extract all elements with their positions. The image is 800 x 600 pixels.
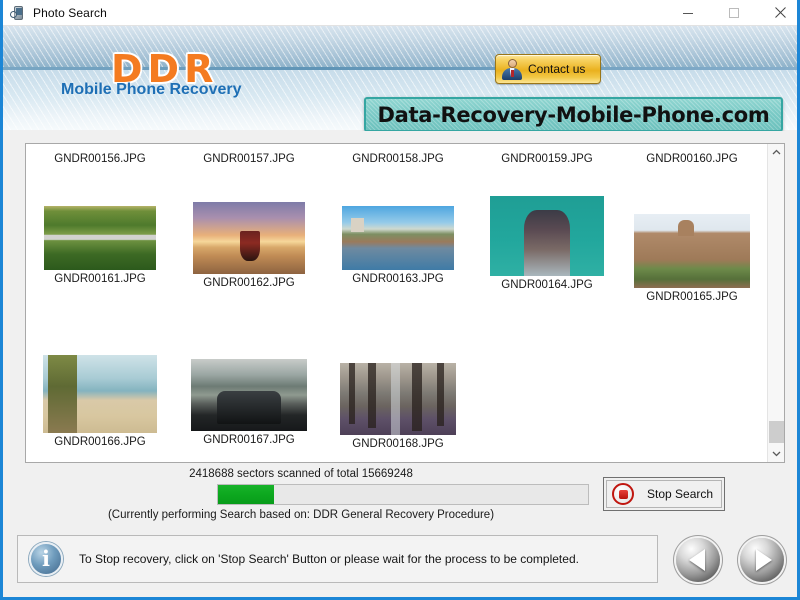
list-item-caption: GNDR00166.JPG xyxy=(54,436,146,448)
list-item-caption: GNDR00165.JPG xyxy=(646,291,738,303)
content-panel: GNDR00156.JPG GNDR00157.JPG GNDR00158.JP… xyxy=(6,131,794,466)
scan-progress-fill xyxy=(218,485,274,504)
thumbnail-image[interactable] xyxy=(490,196,604,276)
list-item-caption: GNDR00161.JPG xyxy=(54,273,146,285)
thumbnail-image[interactable] xyxy=(340,363,456,435)
contact-us-button[interactable]: Contact us xyxy=(495,54,601,84)
list-item-caption: GNDR00168.JPG xyxy=(352,438,444,450)
next-button[interactable] xyxy=(740,538,784,582)
next-arrow-icon xyxy=(755,549,772,571)
list-item[interactable]: GNDR00166.JPG xyxy=(26,355,174,448)
stop-search-button[interactable]: Stop Search xyxy=(603,477,725,511)
previous-arrow-icon xyxy=(688,549,705,571)
header-tagline: Mobile Phone Recovery xyxy=(61,81,242,98)
list-item[interactable]: GNDR00162.JPG xyxy=(175,202,323,289)
list-item-caption: GNDR00164.JPG xyxy=(501,279,593,291)
scan-procedure-text: (Currently performing Search based on: D… xyxy=(107,509,495,521)
title-bar: Photo Search xyxy=(3,0,797,26)
list-item-caption: GNDR00157.JPG xyxy=(203,153,295,165)
list-item-caption: GNDR00159.JPG xyxy=(501,153,593,165)
info-glyph: i xyxy=(42,545,50,571)
minimize-button[interactable] xyxy=(665,0,711,26)
application-window: Photo Search DDR Mobile Phone Recovery C… xyxy=(0,0,800,600)
window-controls xyxy=(665,0,797,26)
thumbnail-image[interactable] xyxy=(342,206,454,270)
previous-button[interactable] xyxy=(676,538,720,582)
website-url-banner[interactable]: Data-Recovery-Mobile-Phone.com xyxy=(364,97,783,132)
info-icon: i xyxy=(29,542,63,576)
list-item-caption: GNDR00163.JPG xyxy=(352,273,444,285)
list-item-caption: GNDR00156.JPG xyxy=(54,153,146,165)
photo-search-icon xyxy=(10,5,26,21)
scan-status-text: 2418688 sectors scanned of total 1566924… xyxy=(189,468,413,480)
thumbnail-grid: GNDR00156.JPG GNDR00157.JPG GNDR00158.JP… xyxy=(26,144,768,462)
list-item-caption: GNDR00162.JPG xyxy=(203,277,295,289)
list-item-caption: GNDR00167.JPG xyxy=(203,434,295,446)
window-title: Photo Search xyxy=(33,5,107,20)
list-item-caption: GNDR00160.JPG xyxy=(646,153,738,165)
maximize-button[interactable] xyxy=(711,0,757,26)
thumbnail-image[interactable] xyxy=(43,355,157,433)
thumbnail-image[interactable] xyxy=(44,206,156,270)
scrollbar-thumb[interactable] xyxy=(769,421,784,443)
list-item-caption: GNDR00158.JPG xyxy=(352,153,444,165)
vertical-scrollbar[interactable] xyxy=(767,144,784,462)
list-item[interactable]: GNDR00163.JPG xyxy=(324,206,472,285)
stop-record-icon xyxy=(612,483,634,505)
scan-progress-bar xyxy=(217,484,589,505)
info-bar-message: To Stop recovery, click on 'Stop Search'… xyxy=(79,552,579,566)
list-item[interactable]: GNDR00168.JPG xyxy=(324,363,472,450)
user-avatar-icon xyxy=(501,58,523,80)
list-item[interactable]: GNDR00167.JPG xyxy=(175,359,323,446)
list-item[interactable]: GNDR00161.JPG xyxy=(26,206,174,285)
progress-area: 2418688 sectors scanned of total 1566924… xyxy=(6,466,794,528)
thumbnail-image[interactable] xyxy=(191,359,307,431)
close-button[interactable] xyxy=(757,0,797,26)
info-bar: i To Stop recovery, click on 'Stop Searc… xyxy=(17,535,658,583)
thumbnail-image[interactable] xyxy=(634,214,750,288)
scroll-up-arrow-icon[interactable] xyxy=(768,144,784,161)
scroll-down-arrow-icon[interactable] xyxy=(768,445,784,462)
stop-search-label: Stop Search xyxy=(647,487,714,501)
photo-file-list[interactable]: GNDR00156.JPG GNDR00157.JPG GNDR00158.JP… xyxy=(25,143,785,463)
thumbnail-image[interactable] xyxy=(193,202,305,274)
list-item[interactable]: GNDR00165.JPG xyxy=(618,214,766,303)
website-url-text: Data-Recovery-Mobile-Phone.com xyxy=(377,102,770,127)
contact-us-label: Contact us xyxy=(528,62,586,76)
list-item[interactable]: GNDR00164.JPG xyxy=(473,196,621,291)
